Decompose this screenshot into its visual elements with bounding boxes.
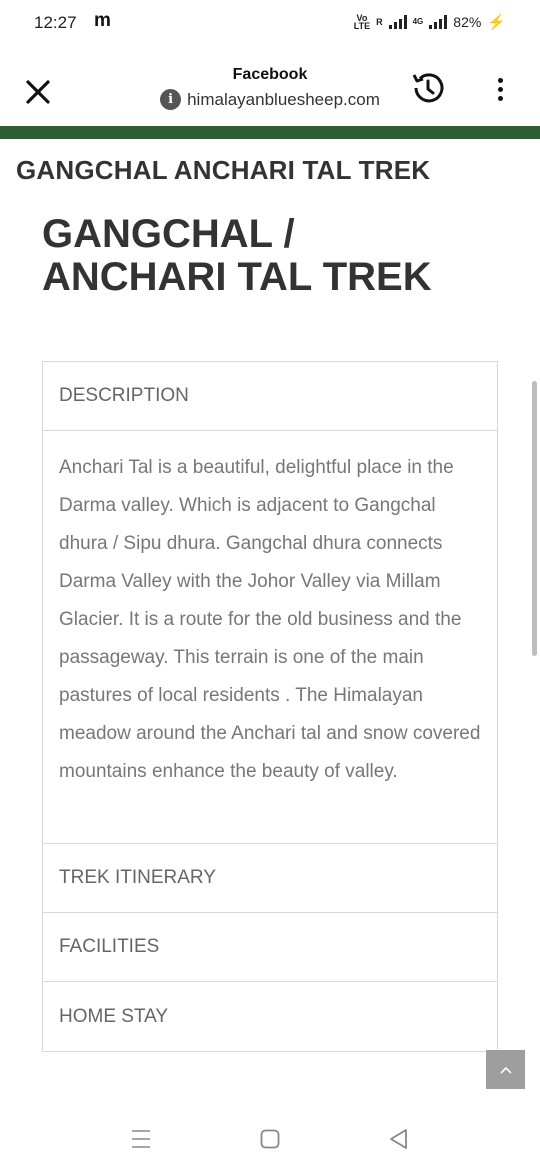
history-icon [412, 73, 444, 103]
chevron-up-icon [499, 1066, 512, 1074]
back-icon [390, 1129, 407, 1149]
site-heading: GANGCHAL ANCHARI TAL TREK [16, 155, 431, 185]
history-button[interactable] [408, 68, 448, 108]
info-icon[interactable]: i [160, 89, 182, 110]
charging-icon: ⚡ [487, 14, 506, 31]
menu-dot [497, 86, 503, 92]
home-button[interactable] [259, 1128, 281, 1150]
menu-dot [497, 95, 503, 101]
menu-dot [497, 77, 503, 83]
title-block: Facebook i himalayanbluesheep.com [140, 66, 400, 110]
recent-apps-icon [132, 1130, 150, 1148]
signal-icon [388, 15, 407, 29]
back-button[interactable] [387, 1127, 411, 1151]
tab-trek-itinerary[interactable]: TREK ITINERARY [43, 844, 497, 913]
browser-page-title: Facebook [232, 66, 308, 83]
volte-icon: Vo LTE [353, 13, 371, 31]
url-display[interactable]: i himalayanbluesheep.com [160, 89, 380, 110]
tab-description[interactable]: DESCRIPTION [43, 362, 497, 431]
back-to-top-button[interactable] [486, 1050, 525, 1089]
roaming-label: R [376, 17, 383, 27]
status-time: 12:27 [34, 13, 77, 32]
tab-home-stay[interactable]: HOME STAY [43, 982, 497, 1051]
header-accent-bar [0, 126, 540, 139]
recent-apps-button[interactable] [130, 1128, 152, 1150]
scrollbar[interactable] [532, 381, 537, 656]
more-options-button[interactable] [488, 72, 512, 106]
status-indicators: Vo LTE R 4G 82% ⚡ [353, 13, 506, 32]
battery-percentage: 82% [453, 14, 482, 30]
close-icon [26, 80, 50, 104]
page-title: GANGCHAL / ANCHARI TAL TREK [42, 212, 432, 299]
notification-app-icon: m [94, 10, 111, 31]
description-text: Anchari Tal is a beautiful, delightful p… [43, 431, 497, 844]
close-button[interactable] [20, 74, 56, 110]
status-bar: 12:27 m Vo LTE R 4G 82% ⚡ [0, 0, 540, 48]
system-nav-bar [0, 1110, 540, 1170]
signal-icon-2 [429, 15, 448, 29]
url-text: himalayanbluesheep.com [187, 89, 380, 109]
home-icon [260, 1129, 280, 1149]
trek-accordion: DESCRIPTION Anchari Tal is a beautiful, … [42, 361, 498, 1052]
network-type-label: 4G [412, 17, 424, 26]
tab-facilities[interactable]: FACILITIES [43, 913, 497, 982]
browser-toolbar: Facebook i himalayanbluesheep.com [0, 48, 540, 126]
